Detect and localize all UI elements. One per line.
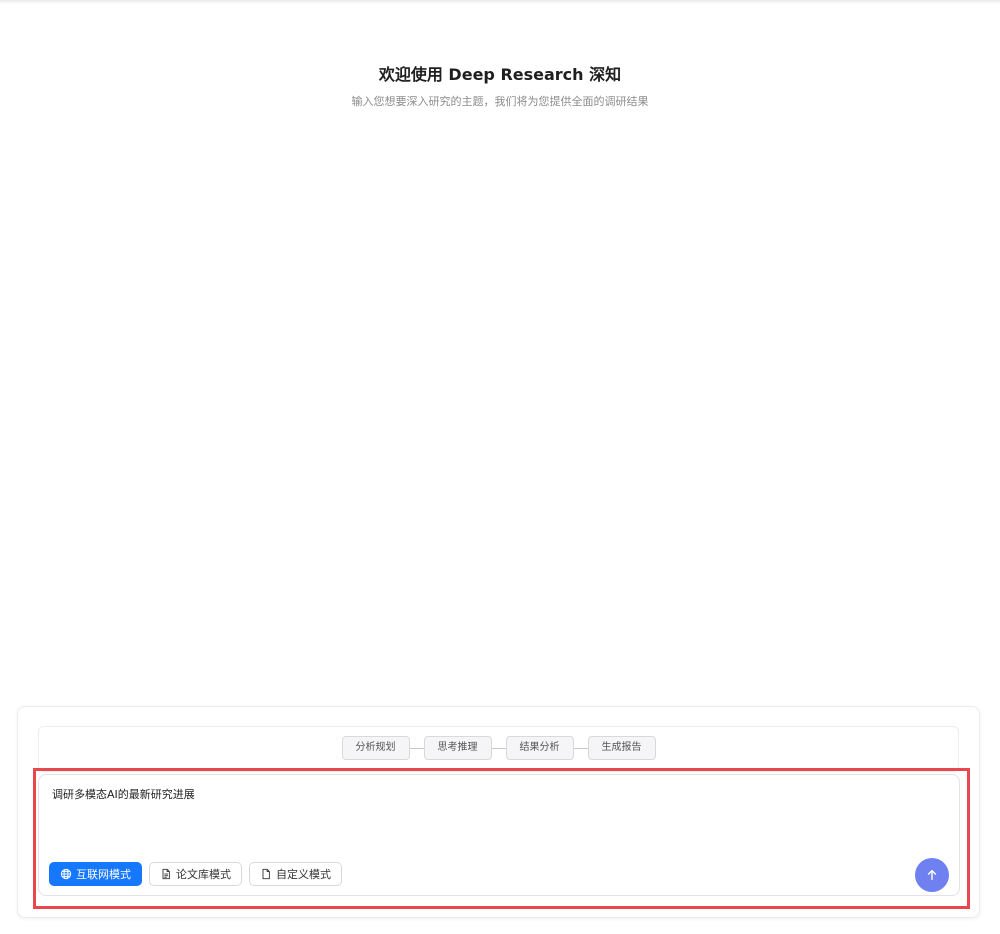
step-report-generation: 生成报告	[587, 736, 656, 760]
mode-internet-button[interactable]: 互联网模式	[49, 862, 142, 886]
welcome-header: 欢迎使用 Deep Research 深知 输入您想要深入研究的主题，我们将为您…	[0, 62, 1000, 110]
file-icon	[260, 868, 272, 880]
mode-custom-button[interactable]: 自定义模式	[249, 862, 342, 886]
globe-icon	[60, 868, 72, 880]
workflow-steps-bar: 分析规划 思考推理 结果分析 生成报告	[38, 726, 959, 772]
mode-internet-label: 互联网模式	[76, 868, 131, 881]
send-button[interactable]	[915, 858, 949, 892]
arrow-up-icon	[925, 868, 939, 882]
workflow-steps: 分析规划 思考推理 结果分析 生成报告	[39, 736, 958, 760]
step-connector	[573, 747, 588, 749]
step-analysis-planning: 分析规划	[341, 736, 410, 760]
page-subtitle: 输入您想要深入研究的主题，我们将为您提供全面的调研结果	[351, 95, 649, 108]
document-text-icon	[160, 868, 172, 880]
step-connector	[409, 747, 424, 749]
mode-papers-label: 论文库模式	[176, 868, 231, 881]
query-input[interactable]: 调研多模态AI的最新研究进展	[52, 787, 912, 847]
step-connector	[491, 747, 506, 749]
mode-selector: 互联网模式 论文库模式 自定义模式	[49, 862, 342, 886]
step-reasoning: 思考推理	[423, 736, 492, 760]
mode-papers-button[interactable]: 论文库模式	[149, 862, 242, 886]
query-composer: 调研多模态AI的最新研究进展 互联网模式 论文库模式 自定义模式	[38, 774, 960, 896]
page-title: 欢迎使用 Deep Research 深知	[378, 65, 622, 84]
mode-custom-label: 自定义模式	[276, 868, 331, 881]
step-result-analysis: 结果分析	[505, 736, 574, 760]
top-edge	[0, 0, 1000, 4]
